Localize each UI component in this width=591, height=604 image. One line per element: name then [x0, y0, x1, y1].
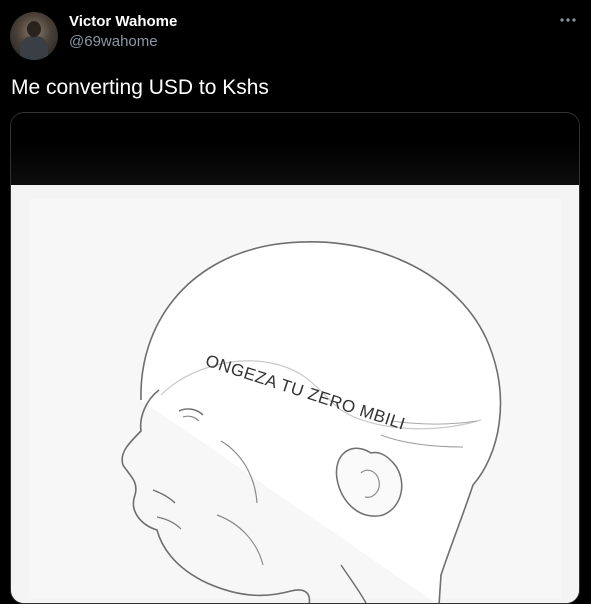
display-name[interactable]: Victor Wahome	[69, 13, 177, 30]
tweet-media[interactable]: ONGEZA TU ZERO MBILI	[10, 112, 580, 604]
tweet[interactable]: Victor Wahome @69wahome Me converting US…	[0, 0, 591, 604]
more-horizontal-icon	[559, 17, 577, 23]
meme-image: ONGEZA TU ZERO MBILI	[11, 185, 579, 603]
media-dark-band	[11, 113, 579, 185]
avatar-figure-body	[20, 36, 48, 60]
avatar-figure-head	[27, 21, 41, 37]
more-options-button[interactable]	[556, 10, 580, 30]
handle[interactable]: @69wahome	[69, 33, 158, 50]
tweet-text: Me converting USD to Kshs	[11, 76, 269, 99]
avatar[interactable]	[10, 12, 58, 60]
